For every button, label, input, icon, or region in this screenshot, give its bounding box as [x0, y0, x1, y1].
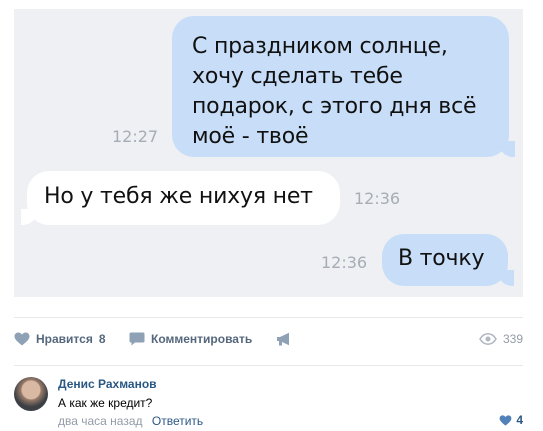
like-label: Нравится — [36, 332, 93, 346]
bubble-tail — [499, 141, 515, 157]
comment-label: Комментировать — [151, 332, 253, 346]
heart-icon — [499, 414, 512, 426]
comment-meta: два часа назад Ответить — [58, 414, 203, 428]
message-text: С праздником солнце, хочу сделать тебе п… — [192, 34, 477, 149]
megaphone-icon — [277, 332, 289, 346]
message-bubble-outgoing: В точку — [382, 234, 514, 286]
message-bubble-incoming: Но у тебя же нихуя нет — [21, 171, 340, 225]
heart-icon — [14, 332, 30, 346]
message-time: 12:36 — [321, 253, 368, 272]
views-count: 339 — [502, 332, 523, 346]
message-text: В точку — [398, 246, 485, 271]
comment: Денис Рахманов А как же кредит? два часа… — [14, 375, 523, 431]
comment-button[interactable]: Комментировать — [129, 328, 252, 350]
avatar[interactable] — [14, 377, 48, 411]
divider — [14, 317, 523, 318]
like-button[interactable]: Нравится 8 — [14, 328, 106, 350]
eye-icon — [479, 333, 497, 345]
post-actions: Нравится 8 Комментировать 339 — [14, 328, 523, 350]
message-time: 12:36 — [354, 189, 401, 208]
speech-bubble-icon — [129, 332, 145, 346]
message-time: 12:27 — [112, 127, 159, 146]
message-text: Но у тебя же нихуя нет — [44, 184, 313, 209]
chat-screenshot: С праздником солнце, хочу сделать тебе п… — [14, 9, 523, 297]
share-button[interactable] — [276, 328, 298, 350]
comment-like-button[interactable]: 4 — [499, 413, 523, 427]
reply-link[interactable]: Ответить — [152, 414, 203, 428]
bubble-tail — [498, 270, 514, 286]
comment-time: два часа назад — [58, 414, 143, 428]
divider — [14, 365, 523, 366]
comment-text: А как же кредит? — [58, 396, 153, 410]
bubble-tail — [21, 209, 37, 225]
comment-author[interactable]: Денис Рахманов — [58, 377, 157, 391]
like-count: 8 — [98, 332, 106, 346]
comment-like-count: 4 — [516, 413, 523, 427]
views-counter: 339 — [479, 328, 523, 350]
message-bubble-outgoing: С праздником солнце, хочу сделать тебе п… — [172, 16, 515, 157]
